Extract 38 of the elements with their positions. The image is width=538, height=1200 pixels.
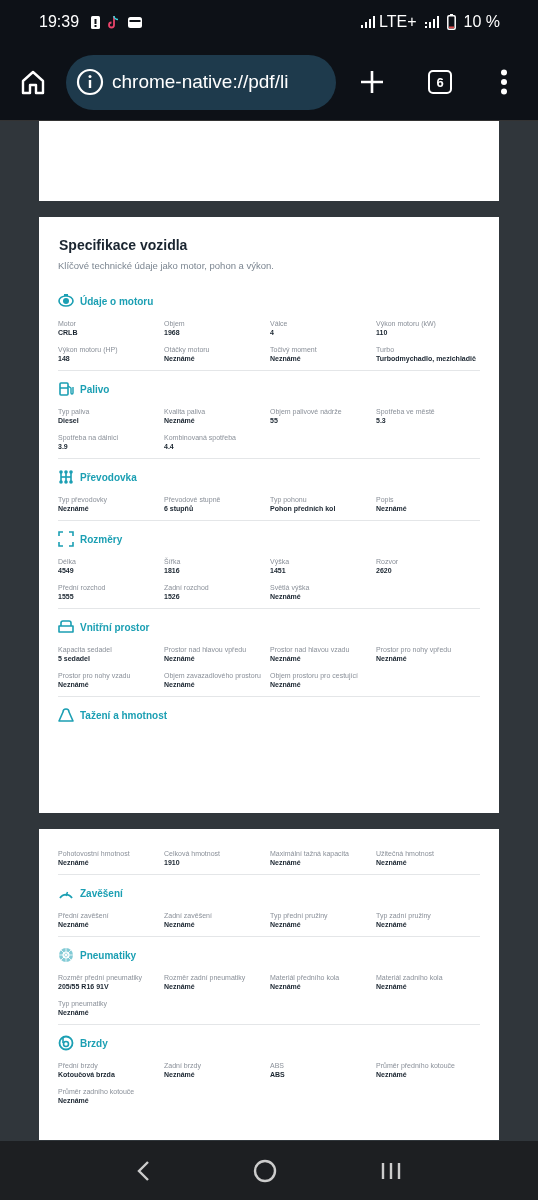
home-icon[interactable] <box>20 69 46 95</box>
section-title: Rozměry <box>80 533 123 545</box>
car-seat-icon <box>58 619 74 635</box>
section-title: Zavěšení <box>80 887 123 899</box>
section-title: Brzdy <box>80 1037 108 1049</box>
network-type: LTE+ <box>379 13 417 31</box>
more-menu-icon[interactable] <box>500 69 508 95</box>
tab-count-button[interactable]: 6 <box>428 70 452 94</box>
document-subtitle: Klíčové technické údaje jako motor, pohon a výkon. <box>58 260 275 271</box>
brake-disc-icon <box>58 1035 74 1051</box>
info-icon <box>76 68 104 96</box>
battery-alert-icon <box>91 15 101 29</box>
url-text: chrome-native://pdf/li <box>112 71 289 93</box>
fuel-pump-icon <box>58 381 74 397</box>
section-title: Pneumatiky <box>80 949 137 961</box>
address-bar[interactable]: chrome-native://pdf/li <box>66 54 336 110</box>
plus-icon[interactable] <box>360 70 384 94</box>
section-title: Údaje o motoru <box>80 295 154 307</box>
section-title: Převodovka <box>80 471 137 483</box>
card-icon <box>128 16 143 28</box>
back-icon[interactable] <box>135 1159 150 1182</box>
music-note-icon <box>108 15 121 29</box>
signal-icon <box>424 16 439 28</box>
signal-icon <box>361 16 376 28</box>
section-title: Tažení a hmotnost <box>80 709 168 721</box>
wheel-icon <box>58 947 74 963</box>
recent-apps-icon[interactable] <box>380 1160 403 1181</box>
frame-corners-icon <box>58 531 74 547</box>
engine-icon <box>58 293 74 309</box>
section-title: Palivo <box>80 383 110 395</box>
home-button-icon[interactable] <box>253 1158 277 1183</box>
battery-level: 10 % <box>463 13 500 31</box>
clock-time: 19:39 <box>39 13 80 31</box>
gear-shift-icon <box>58 469 74 485</box>
weight-icon <box>58 707 74 723</box>
section-title: Vnitřní prostor <box>80 621 150 633</box>
document-title: Specifikace vozidla <box>59 237 189 253</box>
battery-icon <box>446 14 456 30</box>
